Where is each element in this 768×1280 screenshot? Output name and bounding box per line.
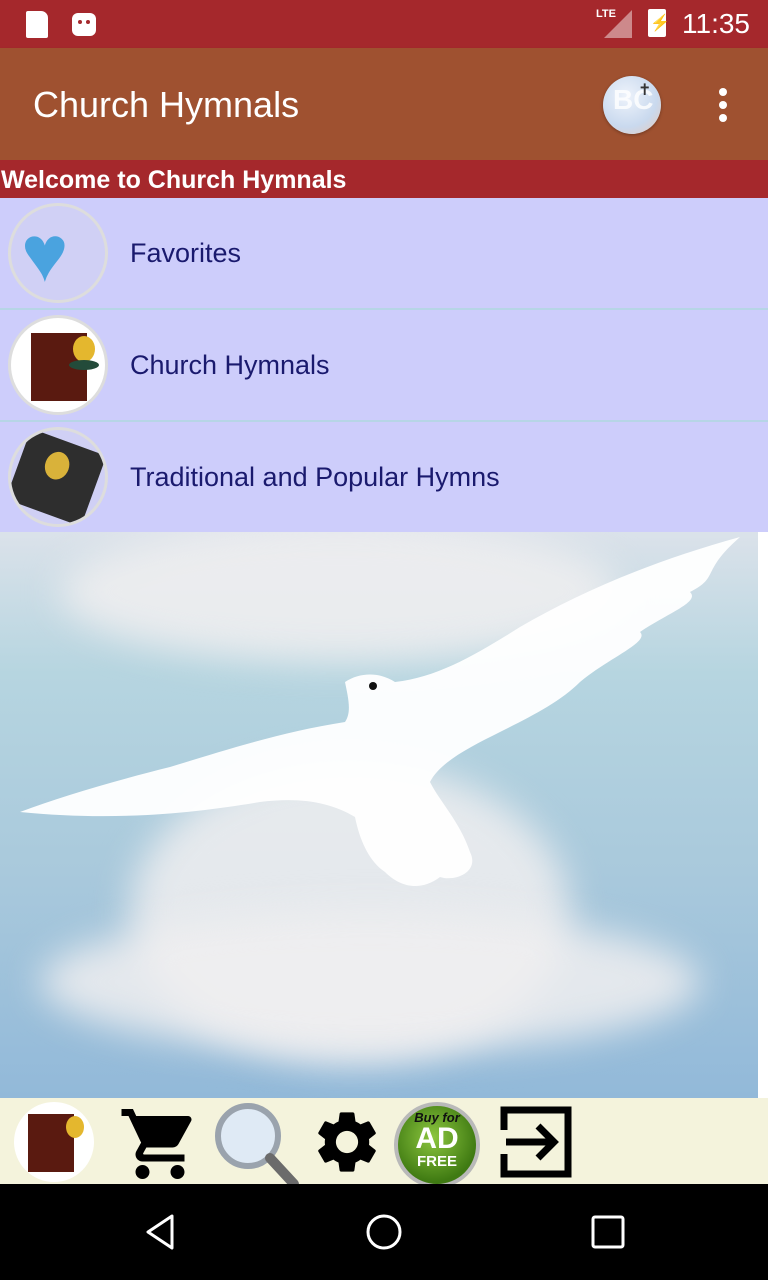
clock: 11:35	[682, 8, 750, 39]
cross-icon: ✝	[638, 82, 652, 99]
dot	[719, 114, 727, 122]
cart-button[interactable]	[118, 1102, 202, 1182]
menu-list: ♥ Favorites Church Hymnals Traditional a…	[0, 198, 768, 534]
status-bar: LTE 11:35	[0, 0, 768, 48]
hymnal-button[interactable]	[14, 1102, 96, 1182]
android-debug-icon	[72, 13, 96, 36]
dove-over-cloud-image	[0, 532, 758, 1098]
bible-church-logo-icon[interactable]: BC ✝	[603, 76, 661, 134]
home-icon[interactable]	[364, 1212, 404, 1252]
heart-icon: ♥	[8, 203, 108, 303]
app-title: Church Hymnals	[33, 84, 300, 125]
ad-free-bottom-text: FREE	[416, 1153, 457, 1170]
more-vert-icon[interactable]	[710, 86, 738, 124]
recents-icon[interactable]	[588, 1212, 628, 1252]
system-nav-bar	[0, 1184, 768, 1280]
app-bar: Church Hymnals BC ✝	[0, 48, 768, 160]
dot	[719, 88, 727, 96]
welcome-banner: Welcome to Church Hymnals	[0, 160, 768, 198]
menu-item-label: Traditional and Popular Hymns	[130, 462, 500, 492]
exit-icon	[500, 1106, 572, 1178]
hymnal-book-icon	[8, 315, 108, 415]
ad-free-badge-icon: Buy for AD FREE	[394, 1102, 480, 1188]
magnifier-icon	[215, 1103, 299, 1189]
gear-icon	[318, 1112, 376, 1172]
exit-button[interactable]	[496, 1102, 576, 1182]
menu-item-traditional-popular-hymns[interactable]: Traditional and Popular Hymns	[0, 422, 768, 534]
ad-free-mid-text: AD	[415, 1122, 459, 1155]
settings-button[interactable]	[310, 1102, 384, 1182]
menu-item-label: Church Hymnals	[130, 350, 330, 380]
sd-card-icon	[26, 11, 48, 38]
signal-icon	[604, 10, 632, 38]
dot	[719, 101, 727, 109]
menu-item-church-hymnals[interactable]: Church Hymnals	[0, 310, 768, 422]
ad-free-button[interactable]: Buy for AD FREE	[394, 1102, 482, 1188]
black-hymn-book-icon	[8, 427, 108, 527]
back-icon[interactable]	[140, 1212, 180, 1252]
hymnal-book-icon	[14, 1102, 94, 1182]
dove-icon	[20, 537, 740, 887]
cart-icon	[121, 1109, 192, 1179]
search-button[interactable]	[210, 1102, 300, 1189]
battery-charging-icon	[648, 9, 670, 37]
menu-item-label: Favorites	[130, 238, 242, 268]
hero-right-margin	[758, 532, 768, 1098]
bottom-toolbar: Buy for AD FREE	[0, 1098, 768, 1189]
menu-item-favorites[interactable]: ♥ Favorites	[0, 198, 768, 310]
